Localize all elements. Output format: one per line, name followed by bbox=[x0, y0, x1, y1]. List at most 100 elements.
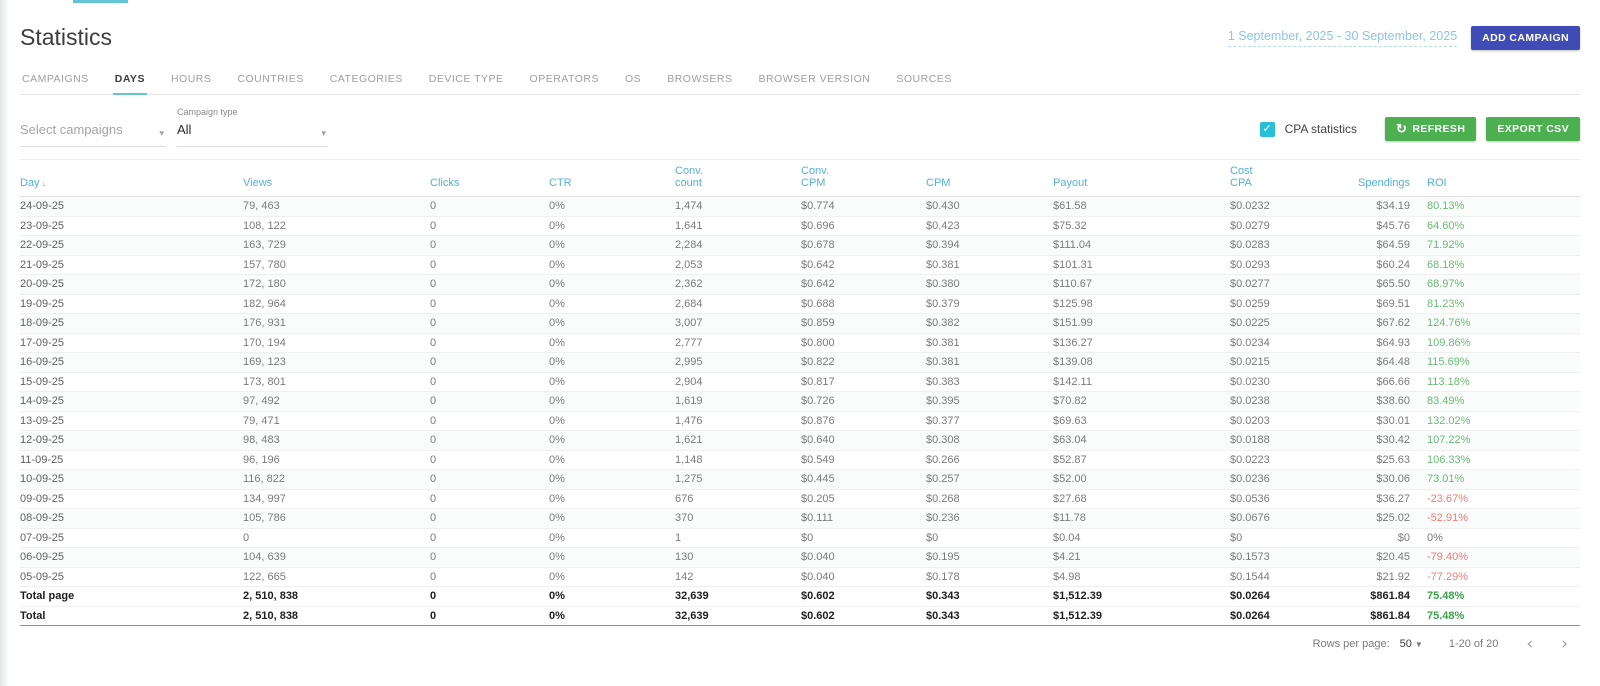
date-range-picker[interactable]: 1 September, 2025 - 30 September, 2025 bbox=[1228, 29, 1457, 47]
cell-views: 172, 180 bbox=[243, 275, 430, 295]
cell-conv-count: 32,639 bbox=[675, 587, 801, 607]
cell-day: Total page bbox=[20, 587, 243, 607]
cell-cpm: $0.343 bbox=[926, 606, 1053, 626]
tab-countries[interactable]: COUNTRIES bbox=[235, 67, 305, 94]
chevron-down-icon: ▾ bbox=[321, 128, 326, 139]
cell-spendings: $861.84 bbox=[1357, 587, 1420, 607]
next-page-button[interactable]: › bbox=[1561, 637, 1568, 651]
cell-day: 20-09-25 bbox=[20, 275, 243, 295]
tab-campaigns[interactable]: CAMPAIGNS bbox=[20, 67, 91, 94]
cell-views: 105, 786 bbox=[243, 509, 430, 529]
tab-operators[interactable]: OPERATORS bbox=[528, 67, 601, 94]
tab-sources[interactable]: SOURCES bbox=[894, 67, 953, 94]
column-header-conv-cpm[interactable]: Conv. CPM bbox=[801, 160, 926, 197]
filters-row: Select campaigns ▾ Campaign type All ▾ ✓… bbox=[20, 99, 1580, 147]
cell-views: 2, 510, 838 bbox=[243, 606, 430, 626]
page-header: Statistics 1 September, 2025 - 30 Septem… bbox=[20, 0, 1580, 51]
cell-ctr: 0% bbox=[549, 333, 675, 353]
cell-roi: -23.67% bbox=[1420, 489, 1580, 509]
cell-clicks: 0 bbox=[430, 431, 549, 451]
cell-clicks: 0 bbox=[430, 236, 549, 256]
column-header-day[interactable]: Day↓ bbox=[20, 160, 243, 197]
refresh-button[interactable]: ↻ REFRESH bbox=[1385, 117, 1476, 141]
cell-views: 157, 780 bbox=[243, 255, 430, 275]
cell-day: 23-09-25 bbox=[20, 216, 243, 236]
cell-roi: 107.22% bbox=[1420, 431, 1580, 451]
cell-day: 17-09-25 bbox=[20, 333, 243, 353]
column-header-clicks[interactable]: Clicks bbox=[430, 160, 549, 197]
select-campaigns-dropdown[interactable]: Select campaigns ▾ bbox=[20, 117, 166, 147]
cell-views: 79, 463 bbox=[243, 197, 430, 217]
cell-clicks: 0 bbox=[430, 353, 549, 373]
export-csv-button[interactable]: EXPORT CSV bbox=[1486, 117, 1580, 141]
tab-days[interactable]: DAYS bbox=[113, 67, 147, 94]
cell-payout: $75.32 bbox=[1053, 216, 1230, 236]
column-header-ctr[interactable]: CTR bbox=[549, 160, 675, 197]
add-campaign-button[interactable]: ADD CAMPAIGN bbox=[1471, 26, 1580, 50]
column-header-payout[interactable]: Payout bbox=[1053, 160, 1230, 197]
cell-views: 104, 639 bbox=[243, 548, 430, 568]
cell-conv-cpm: $0.800 bbox=[801, 333, 926, 353]
column-header-cpm[interactable]: CPM bbox=[926, 160, 1053, 197]
cell-cost-cpa: $0.0215 bbox=[1230, 353, 1357, 373]
cell-day: 14-09-25 bbox=[20, 392, 243, 412]
top-nav-active-indicator bbox=[73, 0, 128, 3]
cell-spendings: $25.63 bbox=[1357, 450, 1420, 470]
cell-conv-count: 370 bbox=[675, 509, 801, 529]
cell-day: 07-09-25 bbox=[20, 528, 243, 548]
table-row: 23-09-25108, 12200%1,641$0.696$0.423$75.… bbox=[20, 216, 1580, 236]
column-header-views[interactable]: Views bbox=[243, 160, 430, 197]
cpa-statistics-checkbox[interactable]: ✓ bbox=[1260, 122, 1275, 137]
cell-cost-cpa: $0.0279 bbox=[1230, 216, 1357, 236]
cell-ctr: 0% bbox=[549, 509, 675, 529]
cell-ctr: 0% bbox=[549, 431, 675, 451]
cell-conv-cpm: $0.205 bbox=[801, 489, 926, 509]
prev-page-button[interactable]: ‹ bbox=[1526, 637, 1533, 651]
cell-conv-cpm: $0.822 bbox=[801, 353, 926, 373]
column-header-roi[interactable]: ROI bbox=[1420, 160, 1580, 197]
column-header-spendings[interactable]: Spendings bbox=[1357, 160, 1420, 197]
cell-cost-cpa: $0.0676 bbox=[1230, 509, 1357, 529]
cell-conv-count: 2,362 bbox=[675, 275, 801, 295]
stats-tabs: CAMPAIGNS DAYS HOURS COUNTRIES CATEGORIES DEV… bbox=[20, 67, 1580, 95]
cell-conv-cpm: $0.549 bbox=[801, 450, 926, 470]
cell-cpm: $0.195 bbox=[926, 548, 1053, 568]
cell-clicks: 0 bbox=[430, 275, 549, 295]
cell-clicks: 0 bbox=[430, 548, 549, 568]
tab-browsers[interactable]: BROWSERS bbox=[665, 67, 734, 94]
cell-spendings: $60.24 bbox=[1357, 255, 1420, 275]
cell-day: 08-09-25 bbox=[20, 509, 243, 529]
cell-day: 06-09-25 bbox=[20, 548, 243, 568]
campaign-type-value: All bbox=[177, 122, 191, 137]
column-header-cost-cpa[interactable]: Cost CPA bbox=[1230, 160, 1357, 197]
cell-payout: $151.99 bbox=[1053, 314, 1230, 334]
cell-roi: 73.01% bbox=[1420, 470, 1580, 490]
table-row: 17-09-25170, 19400%2,777$0.800$0.381$136… bbox=[20, 333, 1580, 353]
cell-spendings: $66.66 bbox=[1357, 372, 1420, 392]
cell-ctr: 0% bbox=[549, 372, 675, 392]
cell-views: 98, 483 bbox=[243, 431, 430, 451]
cell-roi: 106.33% bbox=[1420, 450, 1580, 470]
tab-os[interactable]: OS bbox=[623, 67, 643, 94]
cell-roi: 75.48% bbox=[1420, 587, 1580, 607]
cell-cost-cpa: $0.0230 bbox=[1230, 372, 1357, 392]
cell-day: 24-09-25 bbox=[20, 197, 243, 217]
cell-ctr: 0% bbox=[549, 294, 675, 314]
cell-ctr: 0% bbox=[549, 587, 675, 607]
rows-per-page-select[interactable]: 50▼ bbox=[1400, 638, 1423, 650]
cell-views: 170, 194 bbox=[243, 333, 430, 353]
cell-cost-cpa: $0.0188 bbox=[1230, 431, 1357, 451]
cell-payout: $101.31 bbox=[1053, 255, 1230, 275]
cell-cpm: $0.394 bbox=[926, 236, 1053, 256]
cell-conv-cpm: $0.642 bbox=[801, 255, 926, 275]
tab-hours[interactable]: HOURS bbox=[169, 67, 213, 94]
cell-cpm: $0.395 bbox=[926, 392, 1053, 412]
cell-views: 116, 822 bbox=[243, 470, 430, 490]
tab-categories[interactable]: CATEGORIES bbox=[328, 67, 405, 94]
column-header-conv-count[interactable]: Conv. count bbox=[675, 160, 801, 197]
campaign-type-dropdown[interactable]: Campaign type All ▾ bbox=[177, 103, 328, 147]
cell-payout: $52.87 bbox=[1053, 450, 1230, 470]
tab-device-type[interactable]: DEVICE TYPE bbox=[427, 67, 506, 94]
tab-browser-version[interactable]: BROWSER VERSION bbox=[756, 67, 872, 94]
cell-views: 182, 964 bbox=[243, 294, 430, 314]
